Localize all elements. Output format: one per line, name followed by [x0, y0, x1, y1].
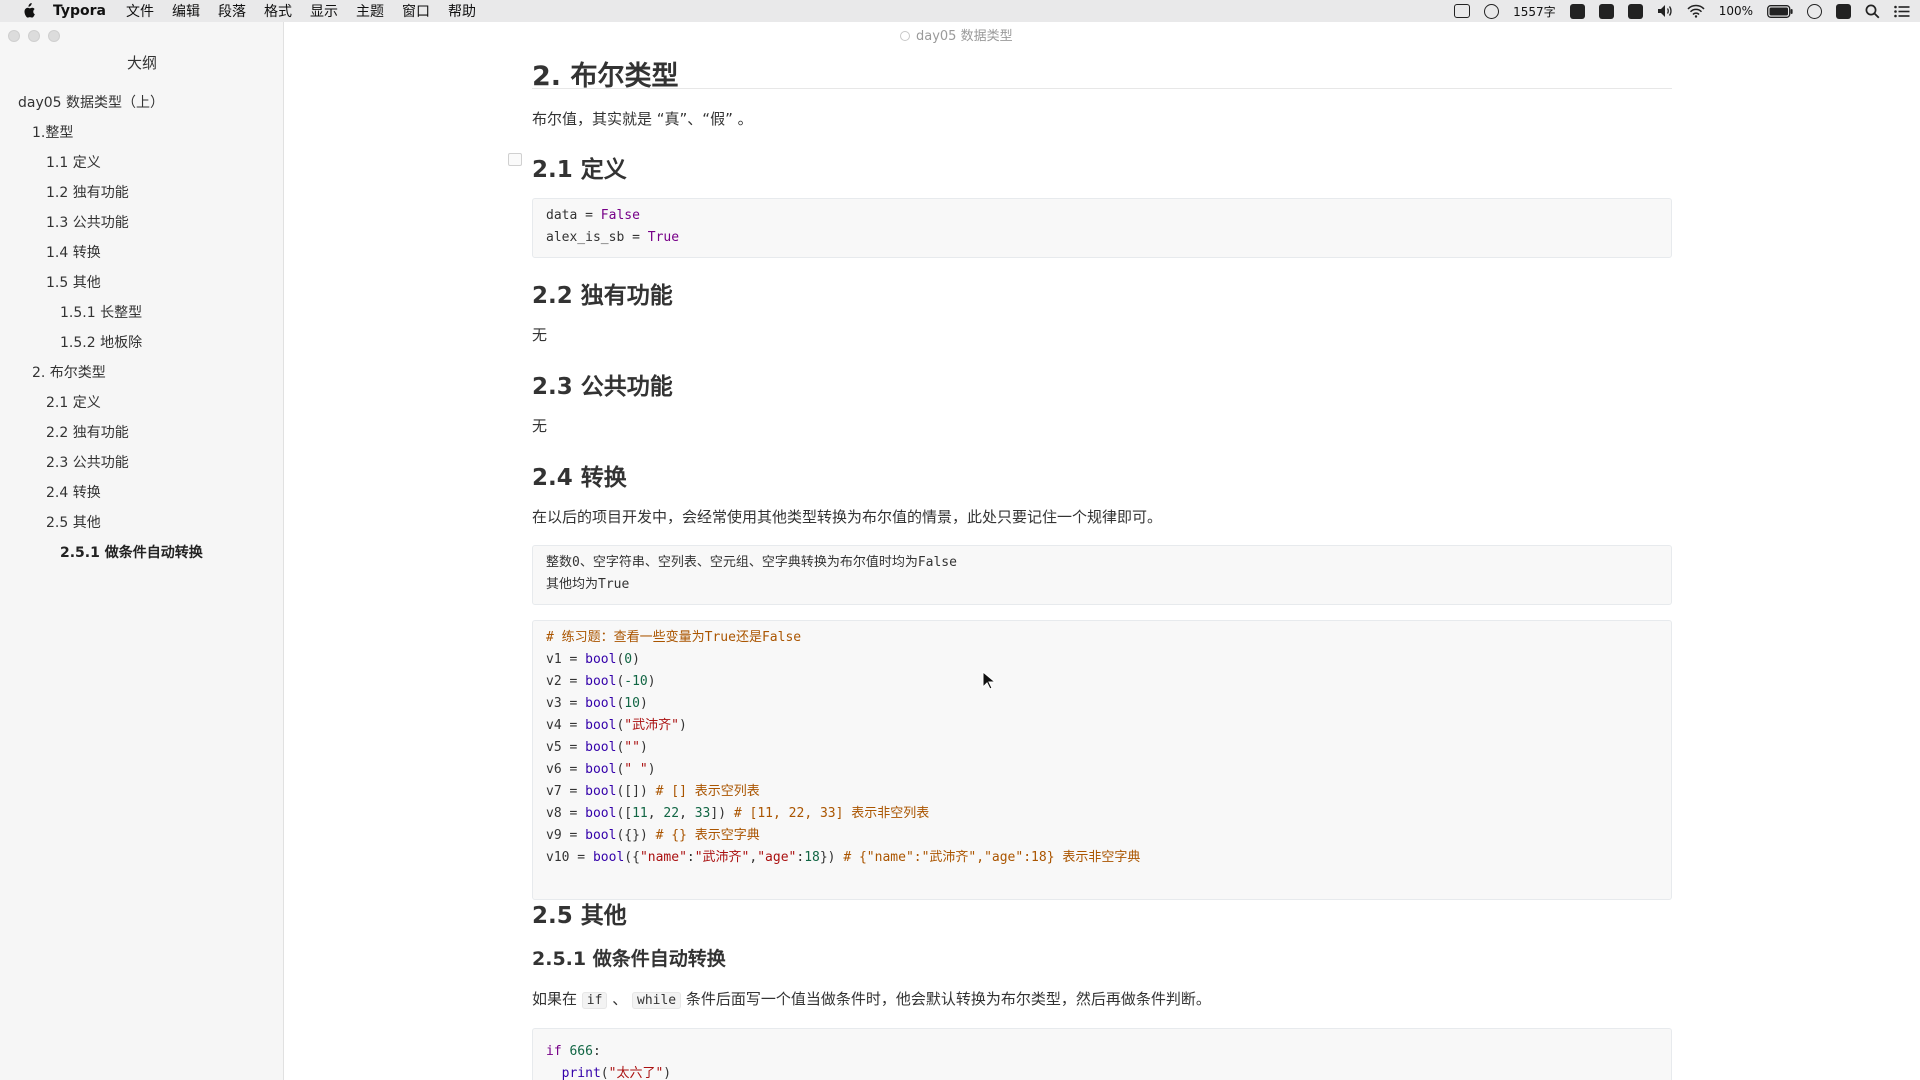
- paragraph-2-2: 无: [532, 326, 548, 344]
- heading-2-2: 2.2 独有功能: [532, 283, 673, 309]
- menu-window[interactable]: 窗口: [402, 1, 430, 21]
- wifi-icon[interactable]: [1687, 4, 1705, 18]
- code-line-v3: v3 = bool(10): [546, 696, 648, 711]
- menu-edit[interactable]: 编辑: [172, 1, 200, 21]
- code-line-v6: v6 = bool(" "): [546, 762, 656, 777]
- outline-item-1-2[interactable]: 1.2 独有功能: [46, 182, 129, 202]
- heading-2-3: 2.3 公共功能: [532, 374, 673, 400]
- code-line-v9: v9 = bool({}) # {} 表示空字典: [546, 828, 760, 843]
- menu-app-typora[interactable]: Typora: [53, 3, 106, 19]
- code-block-exercise[interactable]: # 练习题：查看一些变量为True还是False v1 = bool(0) v2 …: [532, 620, 1672, 900]
- menu-help[interactable]: 帮助: [448, 1, 476, 21]
- sync-icon[interactable]: [1836, 3, 1851, 19]
- code-block-if[interactable]: if 666: print("太六了"): [532, 1028, 1672, 1080]
- minimize-window-button[interactable]: [28, 30, 40, 42]
- outline-item-1-5[interactable]: 1.5 其他: [46, 272, 101, 292]
- menu-format[interactable]: 格式: [264, 1, 292, 21]
- control-center-icon[interactable]: [1894, 5, 1910, 18]
- document-title: day05 数据类型: [900, 25, 1013, 44]
- code-comment: # 练习题：查看一些变量为True还是False: [546, 630, 802, 645]
- outline-item-2[interactable]: 2. 布尔类型: [32, 362, 106, 382]
- outline-item-1-5-2[interactable]: 1.5.2 地板除: [60, 332, 142, 352]
- battery-icon[interactable]: [1767, 4, 1793, 18]
- code-line-v2: v2 = bool(-10): [546, 674, 656, 689]
- outline-item-1[interactable]: 1.整型: [32, 122, 73, 142]
- code-block-rule[interactable]: 整数0、空字符串、空列表、空元组、空字典转换为布尔值时均为False 其他均为T…: [532, 545, 1672, 605]
- inline-code-while: while: [632, 992, 682, 1009]
- code-line: if 666:: [546, 1044, 601, 1059]
- outline-item-2-3[interactable]: 2.3 公共功能: [46, 452, 129, 472]
- heading-2-4: 2.4 转换: [532, 465, 627, 491]
- grid-icon[interactable]: [1627, 3, 1643, 19]
- code-line-v7: v7 = bool([]) # [] 表示空列表: [546, 784, 760, 799]
- inline-code-if: if: [581, 992, 608, 1009]
- paragraph-2-5-1: 如果在 if 、 while 条件后面写一个值当做条件时，他会默认转换为布尔类型…: [532, 990, 1211, 1009]
- document-title-text: day05 数据类型: [916, 29, 1013, 44]
- heading-divider: [532, 88, 1672, 89]
- input-method-icon[interactable]: [1569, 3, 1585, 19]
- outline-item-1-1[interactable]: 1.1 定义: [46, 152, 101, 172]
- menu-paragraph[interactable]: 段落: [218, 1, 246, 21]
- menu-themes[interactable]: 主题: [356, 1, 384, 21]
- battery-percent[interactable]: 100%: [1719, 4, 1753, 18]
- word-count[interactable]: 1557字: [1513, 3, 1556, 20]
- close-window-button[interactable]: [8, 30, 20, 42]
- code-line: alex_is_sb = True: [546, 230, 680, 245]
- code-line: 其他均为True: [546, 577, 630, 592]
- code-line-v4: v4 = bool("武沛齐"): [546, 718, 687, 733]
- code-line-v10: v10 = bool({"name":"武沛齐","age":18}) # {"…: [546, 850, 1141, 865]
- outline-item-day05[interactable]: day05 数据类型（上）: [18, 92, 164, 112]
- paragraph-intro: 布尔值，其实就是 “真”、“假” 。: [532, 110, 753, 128]
- outline-item-2-1[interactable]: 2.1 定义: [46, 392, 101, 412]
- microphone-icon[interactable]: [1598, 3, 1614, 19]
- outline-item-2-4[interactable]: 2.4 转换: [46, 482, 101, 502]
- code-line-v1: v1 = bool(0): [546, 652, 640, 667]
- code-line: data = False: [546, 208, 640, 223]
- volume-icon[interactable]: [1657, 4, 1673, 18]
- outline-item-2-2[interactable]: 2.2 独有功能: [46, 422, 129, 442]
- code-line-v8: v8 = bool([11, 22, 33]) # [11, 22, 33] 表…: [546, 806, 930, 821]
- paragraph-2-3: 无: [532, 417, 548, 435]
- code-block-definition[interactable]: data = False alex_is_sb = True: [532, 198, 1672, 258]
- outline-item-1-5-1[interactable]: 1.5.1 长整型: [60, 302, 142, 322]
- menu-file[interactable]: 文件: [126, 1, 154, 21]
- code-line-v5: v5 = bool(""): [546, 740, 648, 755]
- heading-2-5-1: 2.5.1 做条件自动转换: [532, 948, 726, 970]
- code-line: 整数0、空字符串、空列表、空元组、空字典转换为布尔值时均为False: [546, 555, 957, 570]
- outline-item-1-4[interactable]: 1.4 转换: [46, 242, 101, 262]
- zoom-window-button[interactable]: [48, 30, 60, 42]
- wechat-icon[interactable]: [1484, 3, 1500, 19]
- time-machine-icon[interactable]: [1807, 3, 1822, 19]
- code-line: print("太六了"): [561, 1066, 672, 1080]
- menu-bar: Typora 文件 编辑 段落 格式 显示 主题 窗口 帮助 1557字 100…: [0, 0, 1920, 22]
- outline-item-1-3[interactable]: 1.3 公共功能: [46, 212, 129, 232]
- outline-sidebar: 大纲 day05 数据类型（上） 1.整型 1.1 定义 1.2 独有功能 1.…: [0, 22, 284, 1080]
- block-handle-icon[interactable]: [508, 153, 522, 166]
- mouse-cursor-icon: [982, 671, 996, 690]
- heading-2-5: 2.5 其他: [532, 903, 627, 929]
- exercise-lines: v1 = bool(0) v2 = bool(-10) v3 = bool(10) v…: [546, 649, 1658, 869]
- menu-view[interactable]: 显示: [310, 1, 338, 21]
- search-icon[interactable]: [1865, 4, 1880, 19]
- paragraph-2-4: 在以后的项目开发中，会经常使用其他类型转换为布尔值的情景，此处只要记住一个规律即…: [532, 508, 1163, 526]
- heading-2-1: 2.1 定义: [532, 157, 627, 183]
- document-icon: [900, 31, 910, 41]
- outline-title: 大纲: [126, 54, 157, 72]
- screen-record-icon[interactable]: [1454, 4, 1471, 18]
- outline-item-2-5[interactable]: 2.5 其他: [46, 512, 101, 532]
- status-menus: 1557字 100%: [1454, 0, 1910, 22]
- apple-icon[interactable]: [19, 3, 37, 19]
- outline-item-2-5-1[interactable]: 2.5.1 做条件自动转换: [60, 542, 203, 562]
